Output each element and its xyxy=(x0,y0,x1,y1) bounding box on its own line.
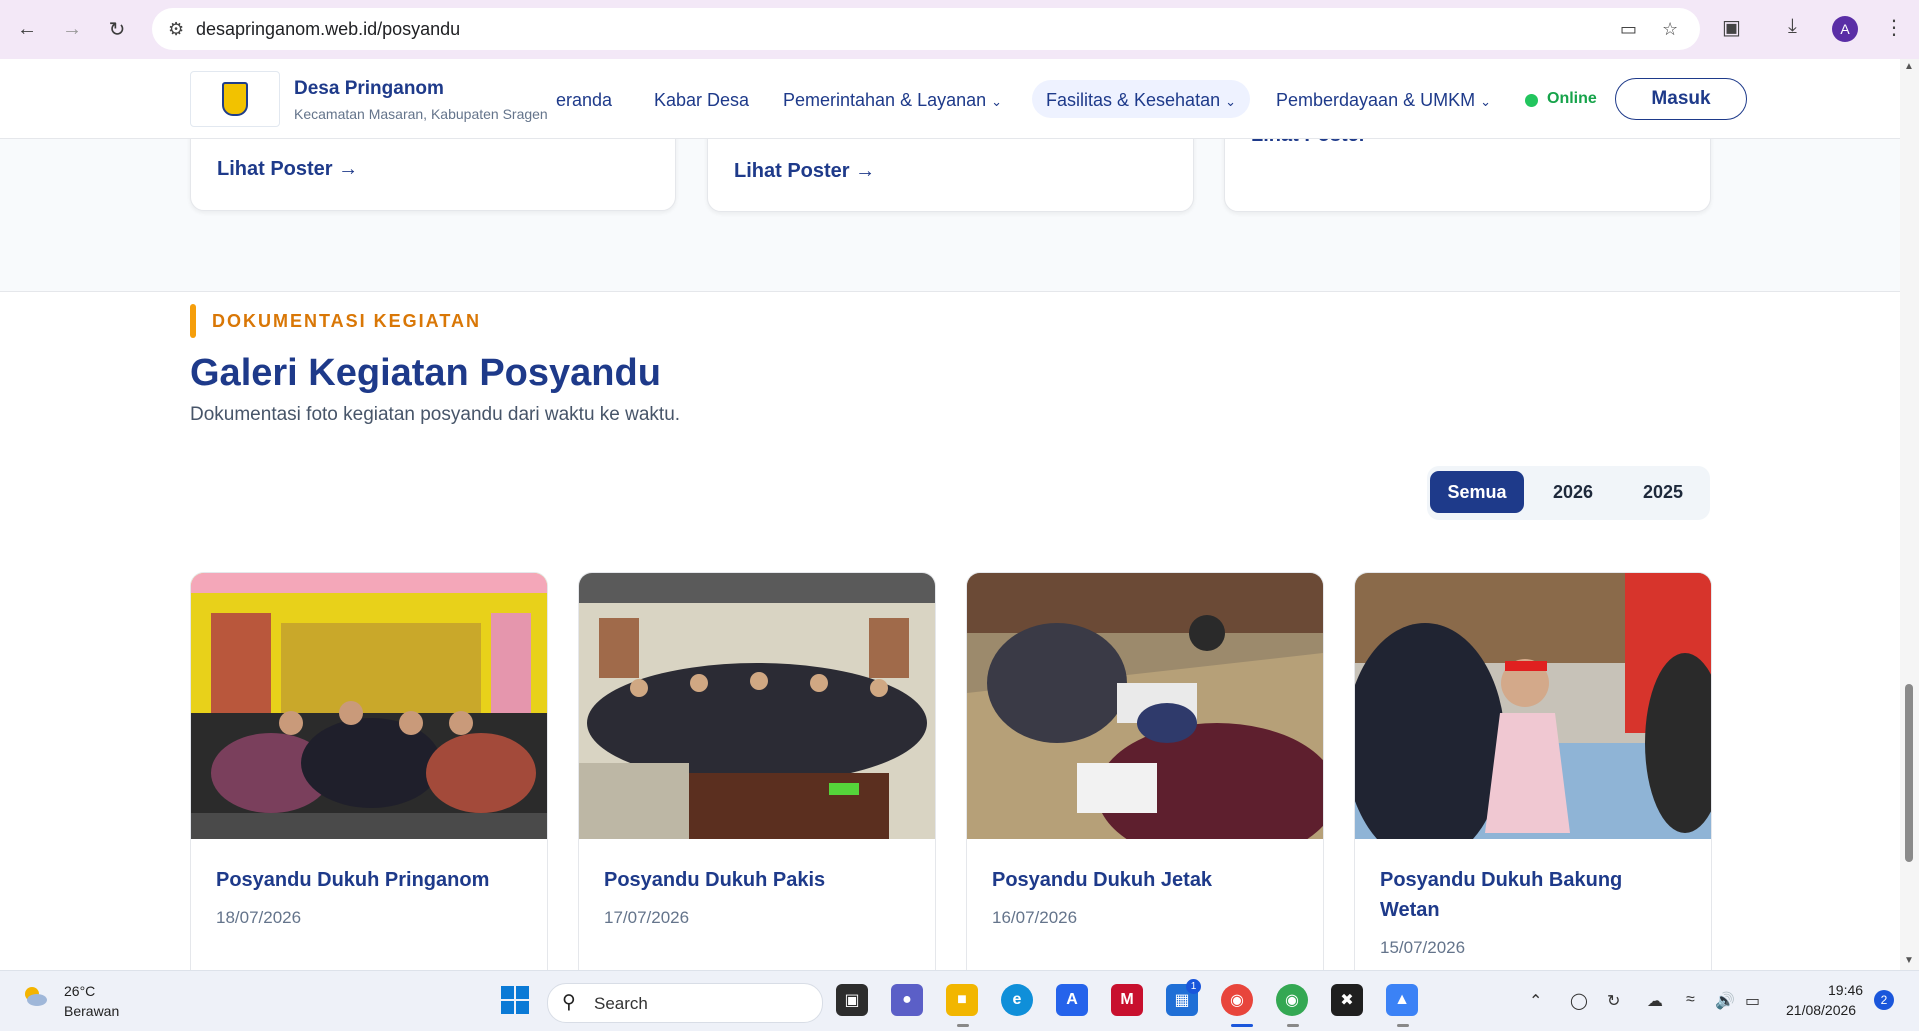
extensions-icon[interactable]: ▣ xyxy=(1722,15,1741,40)
back-icon[interactable]: ← xyxy=(12,14,42,44)
gallery-card[interactable]: Posyandu Dukuh Jetak 16/07/2026 xyxy=(966,572,1324,970)
site-header: Desa Pringanom Kecamatan Masaran, Kabupa… xyxy=(0,59,1900,139)
gallery-card[interactable]: Posyandu Dukuh Pringanom 18/07/2026 xyxy=(190,572,548,970)
gallery-card-title[interactable]: Posyandu Dukuh Jetak xyxy=(992,865,1292,895)
gallery-card-date: 15/07/2026 xyxy=(1380,938,1466,957)
login-button[interactable]: Masuk xyxy=(1615,78,1747,120)
weather-cloudy-icon[interactable] xyxy=(22,983,48,1009)
search-icon: ⚲ xyxy=(562,992,576,1013)
chevron-down-icon: ⌄ xyxy=(1225,94,1237,109)
filter-semua[interactable]: Semua xyxy=(1430,471,1524,513)
taskbar-search[interactable]: ⚲ Search xyxy=(547,983,823,1023)
year-filter: Semua 2026 2025 xyxy=(1427,466,1710,520)
task-view-icon[interactable]: ▣ xyxy=(836,984,868,1016)
eyebrow-accent xyxy=(190,304,196,338)
gallery-card-title[interactable]: Posyandu Dukuh Bakung Wetan xyxy=(1380,865,1680,925)
security-tray-icon[interactable]: ◯ xyxy=(1570,991,1588,1011)
browser-menu-icon[interactable]: ⋮ xyxy=(1884,15,1904,40)
editor-app-icon[interactable]: A xyxy=(1056,984,1088,1016)
windows-start-icon[interactable] xyxy=(501,986,530,1015)
browser-toolbar: ← → ↻ ⚙ desapringanom.web.id/posyandu ▭ … xyxy=(0,0,1919,60)
sync-tray-icon[interactable]: ↻ xyxy=(1607,991,1620,1011)
village-logo[interactable] xyxy=(190,71,280,127)
site-info-icon[interactable]: ⚙ xyxy=(168,19,184,40)
app-running-indicator xyxy=(957,1024,969,1027)
chrome-profile-icon[interactable]: ◉ xyxy=(1221,984,1253,1016)
menu-pemerintahan[interactable]: Pemerintahan & Layanan ⌄ xyxy=(783,90,1002,111)
file-explorer-icon[interactable]: ■ xyxy=(946,984,978,1016)
gallery-title: Galeri Kegiatan Posyandu xyxy=(190,352,661,394)
menu-beranda[interactable]: eranda xyxy=(556,90,616,111)
page-viewport: Lihat Poster → Lihat Poster → Lihat Post… xyxy=(0,59,1900,970)
edge-browser-icon[interactable]: e xyxy=(1001,984,1033,1016)
site-name[interactable]: Desa Pringanom xyxy=(294,78,444,100)
gallery-card[interactable]: Posyandu Dukuh Bakung Wetan 15/07/2026 xyxy=(1354,572,1712,970)
weather-temperature[interactable]: 26°C xyxy=(64,983,95,999)
gallery-card-date: 18/07/2026 xyxy=(216,908,302,927)
gallery-card[interactable]: Posyandu Dukuh Pakis 17/07/2026 xyxy=(578,572,936,970)
gallery-card-title[interactable]: Posyandu Dukuh Pringanom xyxy=(216,865,516,895)
gallery-card-date: 17/07/2026 xyxy=(604,908,690,927)
weather-description[interactable]: Berawan xyxy=(64,1003,119,1019)
battery-icon[interactable]: ▭ xyxy=(1745,991,1760,1011)
downloads-icon[interactable]: ⤓ xyxy=(1788,15,1797,38)
site-subtitle: Kecamatan Masaran, Kabupaten Sragen xyxy=(294,106,548,122)
security-app-icon[interactable]: M xyxy=(1111,984,1143,1016)
profile-avatar[interactable]: A xyxy=(1832,16,1858,42)
scroll-down-icon[interactable]: ▼ xyxy=(1904,955,1914,966)
gallery-photo[interactable] xyxy=(191,573,547,839)
crest-icon xyxy=(222,82,248,116)
gallery-subtitle: Dokumentasi foto kegiatan posyandu dari … xyxy=(190,404,681,425)
url-text[interactable]: desapringanom.web.id/posyandu xyxy=(196,19,460,40)
app-running-indicator xyxy=(1287,1024,1299,1027)
install-app-icon[interactable]: ▭ xyxy=(1620,19,1637,40)
reload-icon[interactable]: ↻ xyxy=(102,14,132,44)
gallery-card-title[interactable]: Posyandu Dukuh Pakis xyxy=(604,865,904,895)
filter-2025[interactable]: 2025 xyxy=(1620,471,1706,513)
online-status: Online xyxy=(1547,90,1597,107)
wifi-icon[interactable]: ≈ xyxy=(1686,991,1695,1009)
forward-icon[interactable]: → xyxy=(57,14,87,44)
chrome-icon[interactable]: ◉ xyxy=(1276,984,1308,1016)
chat-app-icon[interactable]: ● xyxy=(891,984,923,1016)
scroll-up-icon[interactable]: ▲ xyxy=(1904,61,1914,72)
chevron-up-icon[interactable]: ⌃ xyxy=(1529,991,1542,1011)
scroll-thumb[interactable] xyxy=(1905,684,1913,862)
capcut-icon[interactable]: ✖ xyxy=(1331,984,1363,1016)
address-bar[interactable]: ⚙ desapringanom.web.id/posyandu ▭ ☆ xyxy=(152,8,1700,50)
menu-fasilitas[interactable]: Fasilitas & Kesehatan ⌄ xyxy=(1046,90,1236,111)
search-label: Search xyxy=(594,994,648,1013)
store-badge: 1 xyxy=(1186,979,1201,994)
chevron-down-icon: ⌄ xyxy=(991,94,1003,109)
chevron-down-icon: ⌄ xyxy=(1480,94,1492,109)
gallery-photo[interactable] xyxy=(579,573,935,839)
clock-time[interactable]: 19:46 xyxy=(1828,982,1863,998)
online-status-dot xyxy=(1525,94,1538,107)
page-scrollbar[interactable]: ▲ ▼ xyxy=(1900,59,1919,970)
filter-2026[interactable]: 2026 xyxy=(1528,471,1618,513)
gallery-photo[interactable] xyxy=(967,573,1323,839)
view-poster-link[interactable]: Lihat Poster → xyxy=(217,158,358,181)
photos-app-icon[interactable]: ▲ xyxy=(1386,984,1418,1016)
notification-badge[interactable]: 2 xyxy=(1874,990,1894,1010)
gallery-photo[interactable] xyxy=(1355,573,1711,839)
menu-pemberdayaan[interactable]: Pemberdayaan & UMKM ⌄ xyxy=(1276,90,1491,111)
menu-kabar-desa[interactable]: Kabar Desa xyxy=(654,90,749,111)
cloud-tray-icon[interactable]: ☁ xyxy=(1647,991,1663,1011)
gallery-card-date: 16/07/2026 xyxy=(992,908,1078,927)
app-active-indicator xyxy=(1231,1024,1253,1027)
app-running-indicator xyxy=(1397,1024,1409,1027)
section-eyebrow: DOKUMENTASI KEGIATAN xyxy=(212,311,481,331)
view-poster-link[interactable]: Lihat Poster → xyxy=(734,160,875,183)
windows-taskbar: 26°C Berawan ⚲ Search ▣ ● ■ e A M ▦ 1 ◉ … xyxy=(0,970,1919,1031)
clock-date[interactable]: 21/08/2026 xyxy=(1786,1002,1856,1018)
bookmark-star-icon[interactable]: ☆ xyxy=(1662,19,1678,40)
volume-icon[interactable]: 🔊 xyxy=(1715,991,1735,1011)
